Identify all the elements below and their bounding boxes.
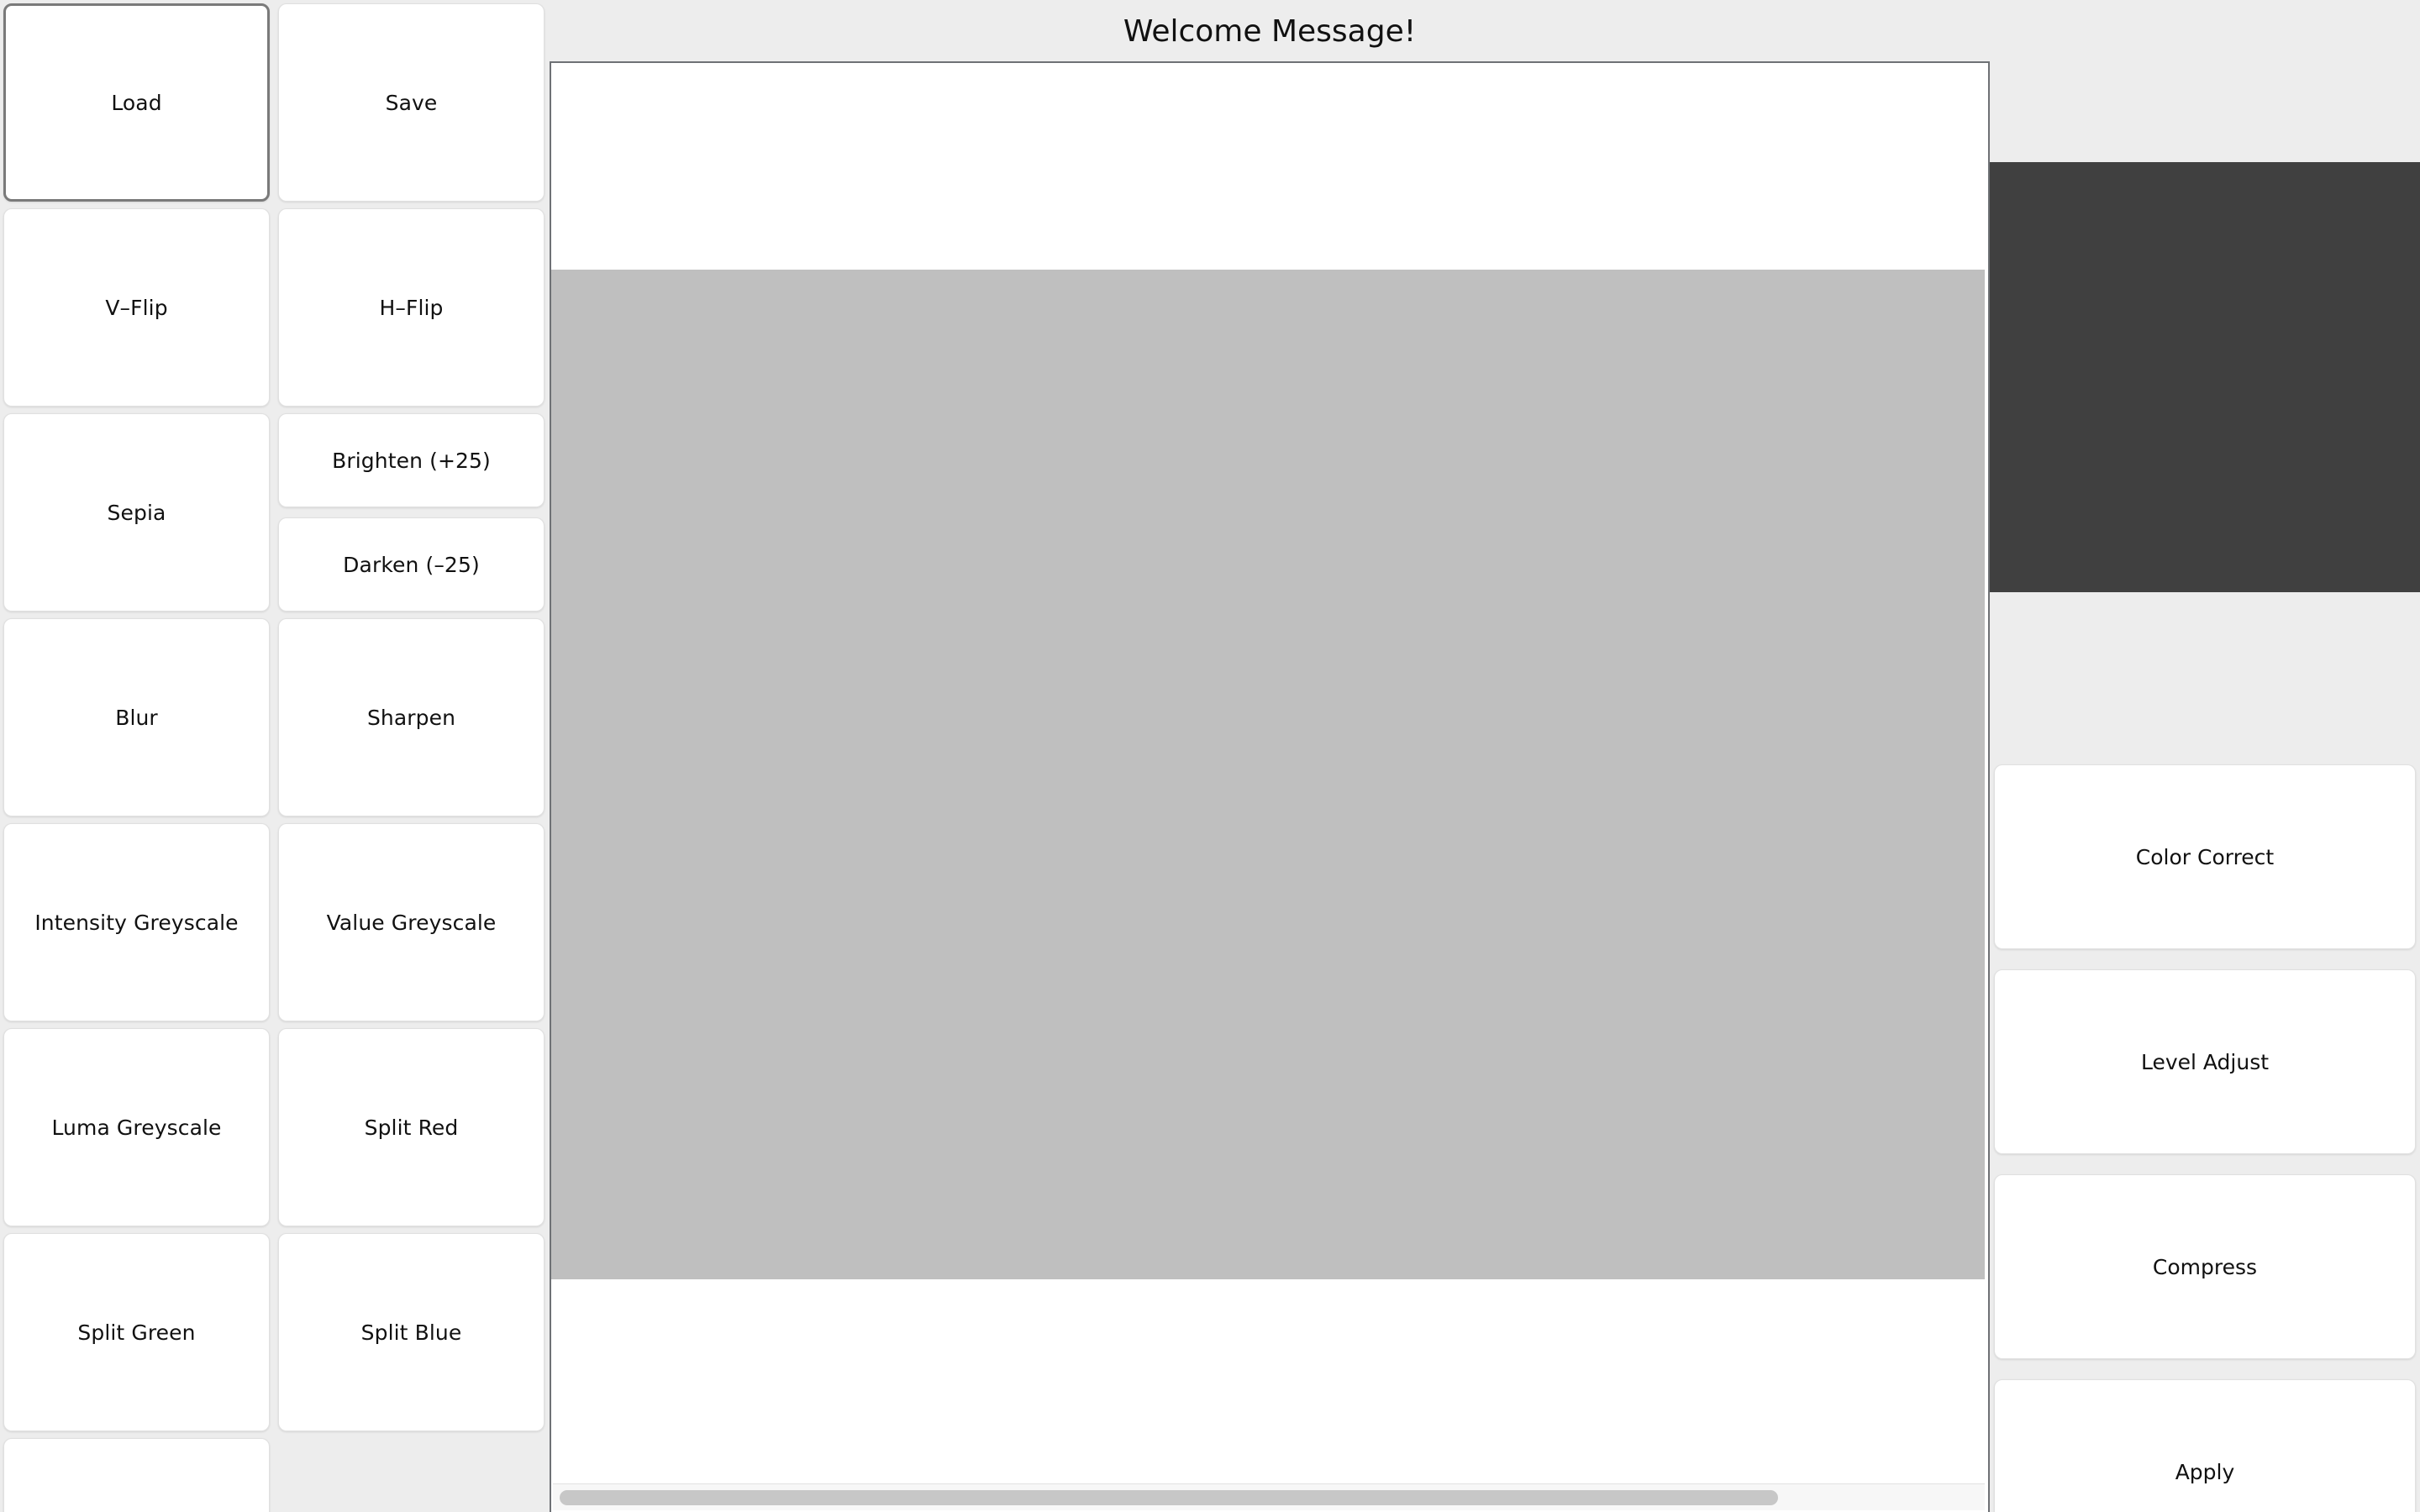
button-label: Sepia <box>107 500 166 525</box>
button-label: Color Correct <box>2135 844 2275 869</box>
image-viewer-panel <box>550 61 1990 1512</box>
histogram-panel <box>1990 162 2420 592</box>
button-blur[interactable]: Blur <box>3 618 270 816</box>
button-value-greyscale[interactable]: Value Greyscale <box>278 823 544 1021</box>
button-label: Brighten (+25) <box>332 448 491 473</box>
application-window: Load Save V–Flip H–Flip Sepia Brighten (+25) D… <box>0 0 2420 1512</box>
button-label: V–Flip <box>105 295 168 320</box>
button-sepia[interactable]: Sepia <box>3 413 270 612</box>
button-intensity-greyscale[interactable]: Intensity Greyscale <box>3 823 270 1021</box>
button-split-red[interactable]: Split Red <box>278 1028 544 1226</box>
button-load[interactable]: Load <box>3 3 270 202</box>
button-label: Save <box>385 90 438 115</box>
button-label: Blur <box>115 705 158 730</box>
button-label: Load <box>111 90 162 115</box>
button-label: Compress <box>2152 1254 2258 1279</box>
button-label: Split Red <box>364 1115 459 1140</box>
button-hflip[interactable]: H–Flip <box>278 208 544 407</box>
horizontal-scrollbar[interactable] <box>553 1483 1985 1510</box>
button-label: Level Adjust <box>2140 1049 2270 1074</box>
button-label: Darken (–25) <box>343 552 480 577</box>
right-toolbar: Color Correct Level Adjust Compress Apply <box>1990 0 2420 1512</box>
horizontal-scrollbar-thumb[interactable] <box>560 1490 1778 1505</box>
button-apply[interactable]: Apply <box>1994 1379 2416 1512</box>
left-toolbar: Load Save V–Flip H–Flip Sepia Brighten (+25) D… <box>0 0 550 1512</box>
button-split-green[interactable]: Split Green <box>3 1233 270 1431</box>
button-label: Split Blue <box>360 1320 462 1345</box>
button-label: Split Green <box>77 1320 196 1345</box>
page-title: Welcome Message! <box>550 0 1990 62</box>
image-preview-canvas[interactable] <box>551 63 1988 1481</box>
button-label: Value Greyscale <box>326 910 497 935</box>
button-label: Intensity Greyscale <box>34 910 239 935</box>
button-brighten-25[interactable]: Brighten (+25) <box>278 413 544 507</box>
preview-image <box>551 270 1985 1279</box>
button-split-view[interactable]: Split View <box>3 1438 270 1512</box>
button-darken-25[interactable]: Darken (–25) <box>278 517 544 612</box>
button-sharpen[interactable]: Sharpen <box>278 618 544 816</box>
button-compress[interactable]: Compress <box>1994 1174 2416 1359</box>
button-label: Luma Greyscale <box>51 1115 222 1140</box>
button-label: Apply <box>2175 1459 2235 1484</box>
button-save[interactable]: Save <box>278 3 544 202</box>
button-level-adjust[interactable]: Level Adjust <box>1994 969 2416 1154</box>
button-color-correct[interactable]: Color Correct <box>1994 764 2416 949</box>
button-vflip[interactable]: V–Flip <box>3 208 270 407</box>
button-split-blue[interactable]: Split Blue <box>278 1233 544 1431</box>
button-luma-greyscale[interactable]: Luma Greyscale <box>3 1028 270 1226</box>
button-label: Sharpen <box>366 705 456 730</box>
button-label: H–Flip <box>379 295 444 320</box>
